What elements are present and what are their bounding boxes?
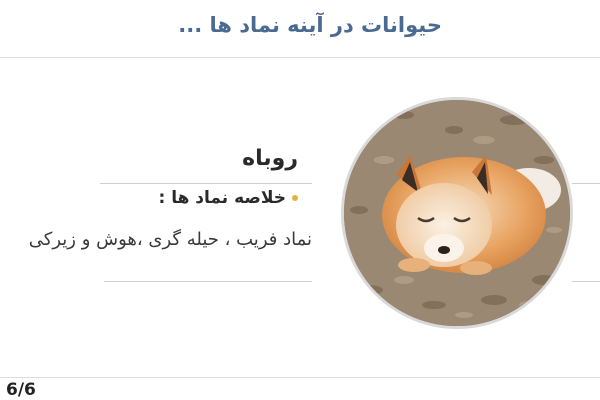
page-number: 6/6 bbox=[6, 380, 36, 400]
divider-right-bottom bbox=[572, 281, 600, 282]
footer-divider bbox=[0, 377, 600, 378]
bullet-dot-icon bbox=[292, 195, 298, 201]
divider-right-top bbox=[572, 183, 600, 184]
fox-illustration bbox=[344, 100, 570, 326]
divider-left-top bbox=[100, 183, 312, 184]
summary-heading: خلاصه نماد ها : bbox=[158, 188, 298, 208]
page-title: حیوانات در آینه نماد ها ... bbox=[178, 13, 442, 37]
fox-photo bbox=[341, 97, 573, 329]
divider-left-bottom bbox=[104, 281, 312, 282]
summary-label: خلاصه نماد ها : bbox=[158, 188, 286, 208]
animal-name: روباه bbox=[242, 146, 298, 171]
header: حیوانات در آینه نماد ها ... bbox=[0, 0, 600, 58]
symbol-description: نماد فریب ، حیله گری ،هوش و زیرکی bbox=[28, 229, 312, 250]
